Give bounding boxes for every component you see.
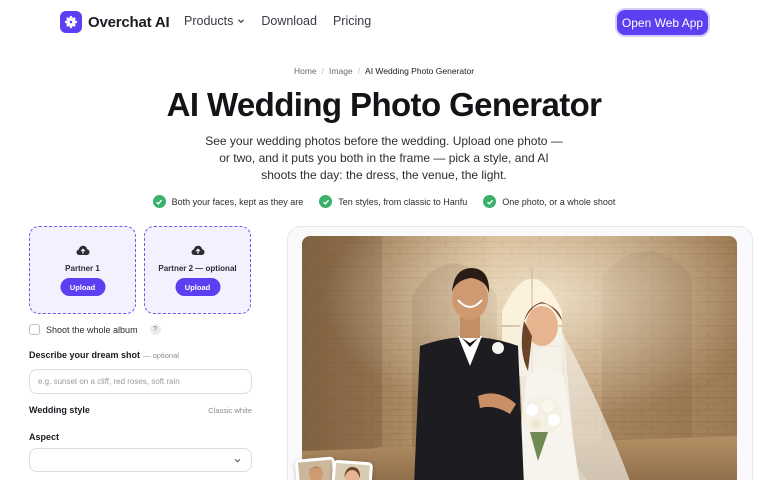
help-icon[interactable]: ? [149,324,161,335]
feature-item: Ten styles, from classic to Hanfu [319,195,467,208]
logo-text: Overchat AI [88,13,170,31]
check-circle-icon [152,195,166,208]
check-circle-icon [483,195,497,208]
logo-mark-icon [60,11,82,33]
partner-2-upload-button[interactable]: Upload [175,278,220,296]
feature-text: Ten styles, from classic to Hanfu [338,196,468,207]
nav-pricing[interactable]: Pricing [333,14,371,28]
dream-shot-input[interactable] [29,369,252,394]
logo[interactable]: Overchat AI [60,11,170,33]
breadcrumb: Home / Image / AI Wedding Photo Generator [0,66,768,76]
aspect-label: Aspect [29,432,60,442]
partner-1-upload-dropzone[interactable]: Partner 1 Upload [29,226,136,314]
optional-tag: — optional [143,351,179,360]
feature-item: Both your faces, kept as they are [152,195,304,208]
nav-pricing-label: Pricing [332,14,372,28]
describe-label-text: Describe your dream shot [29,350,141,360]
thumbnail-2[interactable] [330,459,374,480]
wedding-style-value[interactable]: Classic white [180,406,252,415]
feature-text: Both your faces, kept as they are [171,196,304,207]
page-subtitle: See your wedding photos before the weddi… [205,134,563,182]
wedding-style-label: Wedding style [29,405,90,415]
thumbnail-1[interactable] [294,456,338,480]
shoot-album-option: Shoot the whole album ? [29,324,161,335]
breadcrumb-current: AI Wedding Photo Generator [365,66,475,76]
cloud-upload-icon [145,245,250,256]
aspect-select[interactable] [29,448,252,472]
chevron-down-icon [234,458,241,463]
partner-2-upload-dropzone[interactable]: Partner 2 — optional Upload [144,226,251,314]
cloud-upload-icon [30,245,135,256]
wedding-preview-image [302,236,737,480]
feature-item: One photo, or a whole shoot [483,195,615,208]
breadcrumb-image[interactable]: Image [329,66,353,76]
feature-text: One photo, or a whole shoot [502,196,616,207]
describe-label: Describe your dream shot — optional [29,350,179,360]
shoot-album-label: Shoot the whole album [46,324,138,335]
nav-download-label: Download [261,14,317,28]
breadcrumb-separator: / [321,66,325,76]
page-title: AI Wedding Photo Generator [166,86,602,123]
nav-products-label: Products [184,14,234,28]
nav-products[interactable]: Products [184,14,245,28]
nav-links: Products Download Pricing [184,14,371,28]
top-navbar: Overchat AI Products Download Pricing Op… [0,0,768,44]
partner-2-label: Partner 2 — optional [158,264,237,273]
partner-1-upload-button[interactable]: Upload [60,278,105,296]
partner-1-label: Partner 1 [65,264,100,273]
shoot-album-checkbox[interactable] [29,324,40,335]
breadcrumb-separator: / [357,66,361,76]
open-web-app-button[interactable]: Open Web App [617,10,708,35]
feature-list: Both your faces, kept as they are Ten st… [0,195,768,208]
chevron-down-icon [238,19,245,24]
breadcrumb-home[interactable]: Home [294,66,317,76]
check-circle-icon [319,195,333,208]
nav-download[interactable]: Download [261,14,317,28]
